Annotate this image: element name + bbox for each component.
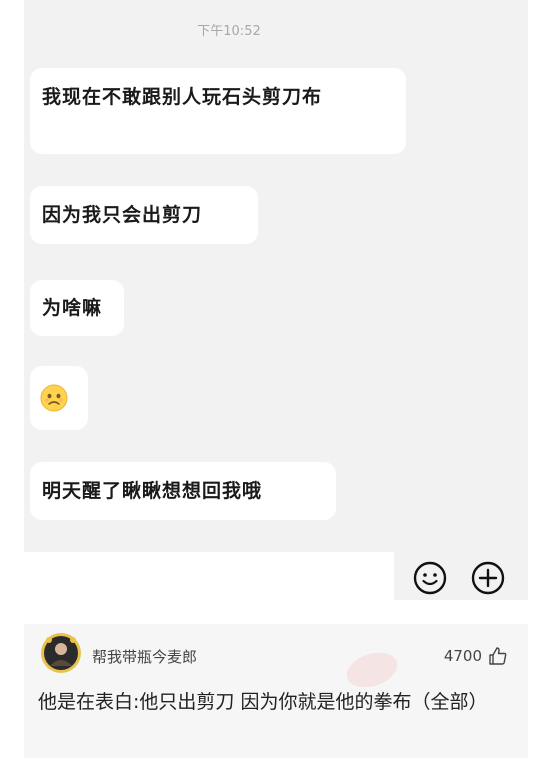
comment-card: 帮我带瓶今麦郎 4700 他是在表白:他只出剪刀 因为你就是他的拳布（全部）	[24, 624, 528, 758]
message-bubble-2[interactable]: 因为我只会出剪刀	[30, 186, 258, 244]
message-text: 为啥嘛	[42, 297, 103, 319]
smile-icon[interactable]	[412, 560, 448, 596]
input-bar	[24, 552, 528, 600]
like-count: 4700	[443, 647, 482, 665]
message-input[interactable]	[24, 552, 394, 600]
like-button[interactable]: 4700	[444, 646, 508, 666]
plus-icon[interactable]	[470, 560, 506, 596]
message-text: 我现在不敢跟别人玩石头剪刀布	[42, 86, 323, 108]
message-timestamp: 下午10:52	[197, 24, 261, 39]
comment-text: 他是在表白:他只出剪刀 因为你就是他的拳布（全部）	[38, 691, 488, 713]
message-bubble-5[interactable]: 明天醒了瞅瞅想想回我哦	[30, 462, 336, 520]
comment-username[interactable]: 帮我带瓶今麦郎	[92, 646, 197, 667]
message-bubble-emoji[interactable]	[30, 366, 88, 430]
message-bubble-1[interactable]: 我现在不敢跟别人玩石头剪刀布	[30, 68, 406, 154]
thumb-up-icon	[489, 647, 507, 665]
message-text: 因为我只会出剪刀	[42, 204, 203, 226]
message-bubble-3[interactable]: 为啥嘛	[30, 280, 124, 336]
avatar[interactable]	[40, 632, 82, 674]
chat-screenshot: 下午10:52 我现在不敢跟别人玩石头剪刀布 因为我只会出剪刀 为啥嘛 明天醒了…	[24, 0, 528, 600]
sad-face-icon	[40, 384, 68, 412]
message-text: 明天醒了瞅瞅想想回我哦	[42, 480, 263, 502]
